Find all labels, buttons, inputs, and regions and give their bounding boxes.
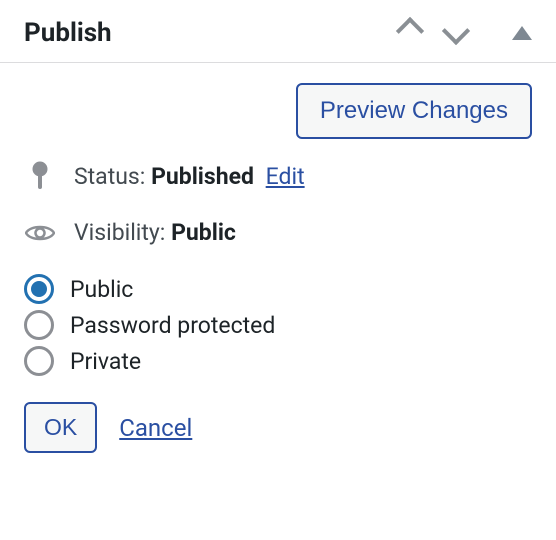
radio-label: Public — [70, 276, 133, 303]
preview-changes-button[interactable]: Preview Changes — [296, 83, 532, 139]
status-value: Published — [151, 163, 254, 190]
eye-icon — [24, 223, 56, 243]
visibility-value: Public — [171, 219, 236, 246]
radio-icon — [24, 274, 54, 304]
visibility-text: Visibility: Public — [74, 219, 236, 246]
status-text: Status: Published Edit — [74, 163, 305, 190]
panel-title: Publish — [24, 18, 112, 48]
radio-icon — [24, 346, 54, 376]
visibility-row: Visibility: Public — [24, 219, 532, 246]
publish-panel-body: Preview Changes Status: Published Edit V… — [0, 63, 556, 473]
visibility-actions: OK Cancel — [24, 402, 532, 453]
radio-label: Private — [70, 348, 141, 375]
ok-button[interactable]: OK — [24, 402, 97, 453]
move-down-icon[interactable] — [442, 21, 466, 45]
visibility-option-password[interactable]: Password protected — [24, 310, 532, 340]
visibility-option-private[interactable]: Private — [24, 346, 532, 376]
move-up-icon[interactable] — [400, 21, 420, 45]
key-icon — [24, 161, 56, 191]
visibility-label: Visibility: — [74, 219, 165, 246]
collapse-toggle-icon[interactable] — [512, 26, 532, 40]
visibility-option-public[interactable]: Public — [24, 274, 532, 304]
visibility-options: Public Password protected Private — [24, 274, 532, 376]
radio-label: Password protected — [70, 312, 275, 339]
status-label: Status: — [74, 163, 145, 190]
header-controls — [400, 21, 532, 45]
status-row: Status: Published Edit — [24, 161, 532, 191]
edit-status-link[interactable]: Edit — [266, 163, 305, 190]
preview-row: Preview Changes — [24, 83, 532, 139]
publish-panel-header: Publish — [0, 0, 556, 63]
cancel-link[interactable]: Cancel — [119, 414, 192, 442]
radio-icon — [24, 310, 54, 340]
